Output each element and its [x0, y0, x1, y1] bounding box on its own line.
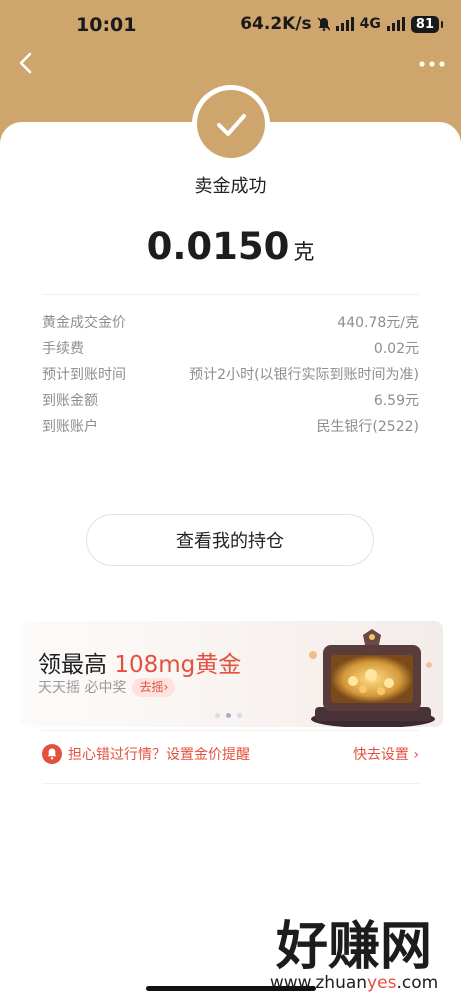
promo-title-highlight: 108mg黄金 [114, 652, 242, 678]
bell-muted-icon [317, 17, 330, 31]
promo-subtitle: 天天摇 必中奖 去摇› [38, 677, 176, 697]
amount-unit: 克 [293, 240, 315, 264]
chevron-right-icon: › [413, 747, 419, 763]
treasure-chest-icon [309, 629, 435, 727]
detail-row-received: 到账金额 6.59元 [42, 392, 419, 411]
detail-value: 440.78元/克 [337, 315, 419, 331]
detail-label: 到账金额 [42, 393, 98, 409]
detail-label: 黄金成交金价 [42, 315, 126, 331]
detail-label: 预计到账时间 [42, 367, 126, 383]
view-holdings-button[interactable]: 查看我的持仓 [86, 514, 374, 566]
promo-title: 领最高 108mg黄金 [38, 645, 241, 679]
carousel-dot [237, 713, 242, 718]
amount-value: 0.0150 [146, 225, 290, 268]
chevron-left-icon[interactable] [14, 50, 40, 76]
price-alert-link[interactable]: 担心错过行情？设置金价提醒 [42, 744, 250, 764]
detail-value: 民生银行(2522) [316, 419, 419, 435]
status-right: 64.2K/s 4G 81 [240, 14, 444, 34]
watermark-main: 好赚网 [275, 917, 432, 977]
status-time: 10:01 [76, 14, 137, 36]
bell-icon [42, 744, 62, 764]
home-indicator[interactable] [146, 986, 316, 991]
more-dots-icon[interactable] [417, 54, 447, 74]
signal-icon [335, 17, 354, 31]
promo-title-prefix: 领最高 [38, 652, 115, 678]
divider [42, 730, 419, 731]
watermark-url-c: .com [396, 973, 438, 993]
promo-subtitle-text: 天天摇 必中奖 [38, 680, 127, 696]
detail-value: 预计2小时(以银行实际到账时间为准) [189, 367, 419, 383]
price-alert-row: 担心错过行情？设置金价提醒 快去设置 › [42, 744, 419, 764]
watermark-url-b: yes [367, 973, 397, 993]
carousel-dots [215, 713, 242, 718]
detail-row-fee: 手续费 0.02元 [42, 340, 419, 359]
battery-icon: 81 [410, 15, 444, 33]
amount-display: 0.0150 克 [0, 225, 461, 268]
detail-value: 6.59元 [373, 393, 419, 409]
promo-banner[interactable]: 领最高 108mg黄金 天天摇 必中奖 去摇› [20, 621, 443, 727]
detail-row-eta: 预计到账时间 预计2小时(以银行实际到账时间为准) [42, 366, 419, 385]
detail-label: 到账账户 [42, 419, 98, 435]
shake-button[interactable]: 去摇› [132, 677, 176, 697]
go-setup-label: 快去设置 [352, 747, 409, 763]
network-speed: 64.2K/s [240, 14, 312, 34]
divider [42, 294, 419, 295]
watermark-logo: 好赚网 www.zhuanyes.com [270, 917, 438, 993]
divider [42, 783, 419, 784]
detail-label: 手续费 [42, 341, 84, 357]
success-check-icon [197, 90, 265, 158]
shake-button-label: 去摇 [139, 679, 164, 694]
carousel-dot [215, 713, 220, 718]
status-bar: 10:01 64.2K/s 4G 81 [0, 0, 461, 52]
network-type: 4G [359, 16, 381, 32]
detail-row-price: 黄金成交金价 440.78元/克 [42, 314, 419, 333]
carousel-dot-active [226, 713, 231, 718]
price-alert-text: 担心错过行情？设置金价提醒 [68, 747, 250, 763]
signal-icon-2 [386, 17, 405, 31]
detail-list: 黄金成交金价 440.78元/克 手续费 0.02元 预计到账时间 预计2小时(以银行… [42, 314, 419, 444]
chevron-right-icon: › [163, 679, 169, 694]
result-title: 卖金成功 [194, 176, 267, 197]
go-setup-link[interactable]: 快去设置 › [353, 744, 419, 764]
detail-value: 0.02元 [373, 341, 419, 357]
detail-row-account: 到账账户 民生银行(2522) [42, 418, 419, 437]
